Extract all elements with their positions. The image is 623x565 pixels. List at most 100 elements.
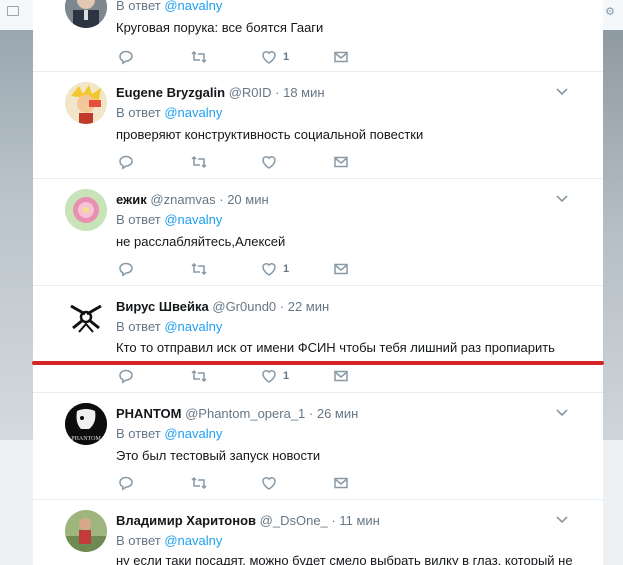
retweet-icon bbox=[191, 155, 207, 169]
author-name[interactable]: ежик bbox=[116, 192, 147, 207]
retweet-icon bbox=[191, 369, 207, 383]
tweet-item[interactable]: Eugene Bryzgalin @R0ID · 18 мин В ответ … bbox=[33, 72, 603, 179]
heart-icon bbox=[262, 263, 276, 276]
message-button[interactable] bbox=[333, 474, 349, 492]
avatar[interactable]: PHANTOM bbox=[65, 403, 107, 445]
heart-icon bbox=[262, 370, 276, 383]
tweet-text: Кто то отправил иск от имени ФСИН чтобы … bbox=[116, 340, 555, 355]
like-button[interactable]: 1 bbox=[261, 48, 289, 66]
envelope-icon bbox=[334, 477, 348, 489]
author-name[interactable]: Владимир Харитонов bbox=[116, 513, 256, 528]
reply-button[interactable] bbox=[118, 48, 134, 66]
author-handle[interactable]: @Phantom_opera_1 bbox=[185, 406, 305, 421]
tweet-actions: 1 bbox=[118, 367, 418, 385]
like-button[interactable]: 1 bbox=[261, 367, 289, 385]
reply-button[interactable] bbox=[118, 474, 134, 492]
chevron-down-icon[interactable] bbox=[555, 405, 569, 419]
reply-button[interactable] bbox=[118, 367, 134, 385]
tweet-text: не расслабляйтесь,Алексей bbox=[116, 234, 286, 249]
message-button[interactable] bbox=[333, 367, 349, 385]
tweet-item[interactable]: PHANTOM PHANTOM @Phantom_opera_1 · 26 ми… bbox=[33, 393, 603, 500]
retweet-button[interactable] bbox=[190, 260, 208, 278]
reply-prefix: В ответ bbox=[116, 212, 161, 227]
reply-to-line: В ответ @navalny bbox=[116, 319, 222, 335]
reply-mention-link[interactable]: @navalny bbox=[164, 319, 222, 334]
chevron-down-icon[interactable] bbox=[555, 84, 569, 98]
tweet-item[interactable]: Владимир Харитонов @_DsOne_ · 11 мин В о… bbox=[33, 500, 603, 565]
tweet-time[interactable]: · 22 мин bbox=[280, 299, 329, 314]
author-handle[interactable]: @Gr0und0 bbox=[212, 299, 276, 314]
reply-to-line: В ответ @navalny bbox=[116, 533, 222, 549]
reply-mention-link[interactable]: @navalny bbox=[164, 0, 222, 13]
tweet-header: ежик @znamvas · 20 мин bbox=[116, 192, 269, 208]
tweet-text: Это был тестовый запуск новости bbox=[116, 448, 321, 463]
reply-mention-link[interactable]: @navalny bbox=[164, 105, 222, 120]
reply-to-line: В ответ @navalny bbox=[116, 105, 222, 121]
mail-icon bbox=[7, 6, 19, 16]
tweet-header: Вирус Швейка @Gr0und0 · 22 мин bbox=[116, 299, 329, 315]
like-button[interactable]: 1 bbox=[261, 260, 289, 278]
tweet-item[interactable]: В ответ @navalny Круговая порука: все бо… bbox=[33, 0, 603, 72]
reply-mention-link[interactable]: @navalny bbox=[164, 426, 222, 441]
like-button[interactable] bbox=[261, 153, 283, 171]
tweet-time[interactable]: · 11 мин bbox=[331, 513, 379, 528]
avatar[interactable] bbox=[65, 0, 107, 28]
envelope-icon bbox=[334, 263, 348, 275]
chevron-down-icon[interactable] bbox=[555, 191, 569, 205]
replies-panel: В ответ @navalny Круговая порука: все бо… bbox=[33, 0, 603, 565]
avatar[interactable] bbox=[65, 82, 107, 124]
tweet-item[interactable]: Вирус Швейка @Gr0und0 · 22 мин В ответ @… bbox=[33, 286, 603, 393]
message-button[interactable] bbox=[333, 260, 349, 278]
reply-icon bbox=[119, 155, 133, 170]
message-button[interactable] bbox=[333, 153, 349, 171]
tweet-header: PHANTOM @Phantom_opera_1 · 26 мин bbox=[116, 406, 358, 422]
tweet-time[interactable]: · 18 мин bbox=[275, 85, 324, 100]
tweet-text: проверяют конструктивность социальной по… bbox=[116, 127, 424, 142]
reply-prefix: В ответ bbox=[116, 426, 161, 441]
background-photo-right bbox=[603, 30, 623, 440]
author-name[interactable]: PHANTOM bbox=[116, 406, 181, 421]
tweet-header: Eugene Bryzgalin @R0ID · 18 мин bbox=[116, 85, 325, 101]
author-handle[interactable]: @_DsOne_ bbox=[260, 513, 328, 528]
reply-button[interactable] bbox=[118, 260, 134, 278]
avatar[interactable] bbox=[65, 189, 107, 231]
like-count: 1 bbox=[283, 51, 290, 63]
reply-button[interactable] bbox=[118, 153, 134, 171]
retweet-button[interactable] bbox=[190, 153, 208, 171]
tweet-time[interactable]: · 20 мин bbox=[219, 192, 268, 207]
retweet-button[interactable] bbox=[190, 474, 208, 492]
reply-mention-link[interactable]: @navalny bbox=[164, 212, 222, 227]
author-name[interactable]: Eugene Bryzgalin bbox=[116, 85, 225, 100]
heart-icon bbox=[262, 156, 276, 169]
author-handle[interactable]: @znamvas bbox=[150, 192, 215, 207]
tweet-actions: 1 bbox=[118, 260, 418, 278]
retweet-button[interactable] bbox=[190, 48, 208, 66]
envelope-icon bbox=[334, 51, 348, 63]
background-right bbox=[603, 440, 623, 565]
reply-icon bbox=[119, 262, 133, 277]
reply-prefix: В ответ bbox=[116, 0, 161, 13]
reply-prefix: В ответ bbox=[116, 105, 161, 120]
retweet-icon bbox=[191, 476, 207, 490]
tweet-text: Круговая порука: все боятся Гааги bbox=[116, 20, 324, 35]
chevron-down-icon[interactable] bbox=[555, 512, 569, 526]
avatar[interactable] bbox=[65, 510, 107, 552]
author-name[interactable]: Вирус Швейка bbox=[116, 299, 209, 314]
like-button[interactable] bbox=[261, 474, 283, 492]
reply-mention-link[interactable]: @navalny bbox=[164, 533, 222, 548]
reply-icon bbox=[119, 50, 133, 65]
reply-prefix: В ответ bbox=[116, 319, 161, 334]
highlight-underline bbox=[32, 361, 604, 365]
envelope-icon bbox=[334, 370, 348, 382]
envelope-icon bbox=[334, 156, 348, 168]
tweet-time[interactable]: · 26 мин bbox=[309, 406, 358, 421]
retweet-button[interactable] bbox=[190, 367, 208, 385]
tweet-item[interactable]: ежик @znamvas · 20 мин В ответ @navalny … bbox=[33, 179, 603, 286]
like-count: 1 bbox=[283, 263, 290, 275]
heart-icon bbox=[262, 51, 276, 64]
avatar[interactable] bbox=[65, 296, 107, 338]
heart-icon bbox=[262, 477, 276, 490]
reply-icon bbox=[119, 369, 133, 384]
author-handle[interactable]: @R0ID bbox=[229, 85, 272, 100]
message-button[interactable] bbox=[333, 48, 349, 66]
